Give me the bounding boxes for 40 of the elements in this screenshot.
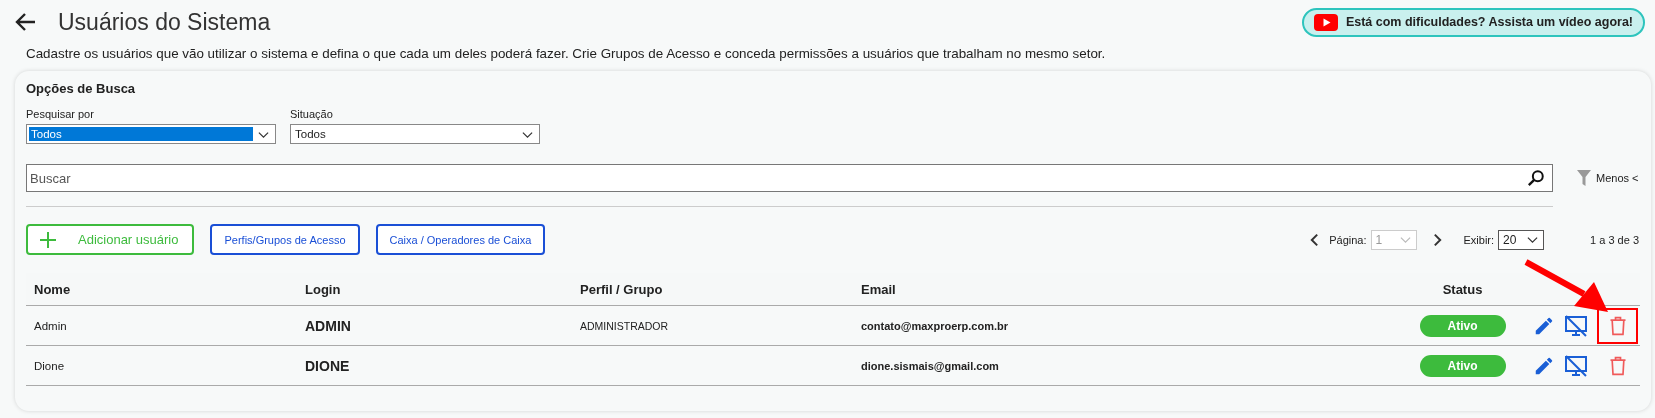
table-cell-text: contato@maxproerp.com.br bbox=[860, 319, 1010, 332]
filter-toggle-link[interactable]: Menos < bbox=[1576, 169, 1639, 187]
field-label: Situação bbox=[290, 108, 334, 120]
section-title: Opções de Busca bbox=[26, 81, 137, 96]
next-icon[interactable] bbox=[1432, 232, 1442, 247]
status-badge: Ativo bbox=[1419, 354, 1506, 377]
caret-icon bbox=[1526, 234, 1540, 245]
column-header: Status bbox=[1441, 281, 1484, 297]
caret-icon bbox=[1398, 234, 1412, 245]
column-header: Nome bbox=[33, 281, 72, 297]
column-header: Login bbox=[304, 281, 342, 297]
video-play-icon bbox=[1313, 13, 1338, 31]
show-label: Exibir: bbox=[1463, 233, 1495, 246]
record-range: 1 a 3 de 3 bbox=[1590, 233, 1639, 246]
funnel-icon bbox=[1576, 169, 1592, 187]
search-field[interactable]: Buscar bbox=[26, 164, 1553, 192]
page-label: Página: bbox=[1329, 233, 1367, 246]
plus-icon bbox=[40, 231, 56, 248]
page-description: Cadastre os usuários que vão utilizar o sistema e defina o que cada um deles poderá fazer. Crie Grupos de Acesso e conceda permissões a usuários que trabalham no mesmo setor. bbox=[26, 46, 1107, 61]
table-cell-text: DIONE bbox=[304, 357, 351, 374]
action-button[interactable]: Caixa / Operadores de Caixa bbox=[375, 224, 546, 255]
page-size-select[interactable]: 20 bbox=[1498, 229, 1545, 250]
search-icon bbox=[1527, 169, 1545, 187]
select-field[interactable]: Todos bbox=[290, 124, 540, 144]
column-header: Email bbox=[860, 281, 897, 297]
previous-icon[interactable] bbox=[1310, 232, 1320, 247]
field-label: Pesquisar por bbox=[26, 108, 95, 120]
page-title: Usuários do Sistema bbox=[58, 8, 271, 36]
status-badge: Ativo bbox=[1419, 314, 1506, 337]
table-cell-text: ADMINISTRADOR bbox=[579, 319, 670, 332]
table-cell-text: ADMIN bbox=[304, 317, 352, 334]
table-cell-text: dione.sismais@gmail.com bbox=[860, 359, 1000, 372]
action-button[interactable]: Perfis/Grupos de Acesso bbox=[210, 224, 360, 255]
column-header: Perfil / Grupo bbox=[579, 281, 664, 297]
table-cell-text: Admin bbox=[33, 319, 68, 332]
table-cell-text: Dione bbox=[33, 359, 66, 372]
select-field[interactable]: Todos bbox=[26, 124, 276, 144]
monitor-off-icon[interactable] bbox=[1564, 353, 1588, 378]
help-video-link[interactable]: Está com dificuldades? Assista um vídeo agora! bbox=[1301, 7, 1645, 37]
monitor-off-icon[interactable] bbox=[1564, 313, 1588, 338]
